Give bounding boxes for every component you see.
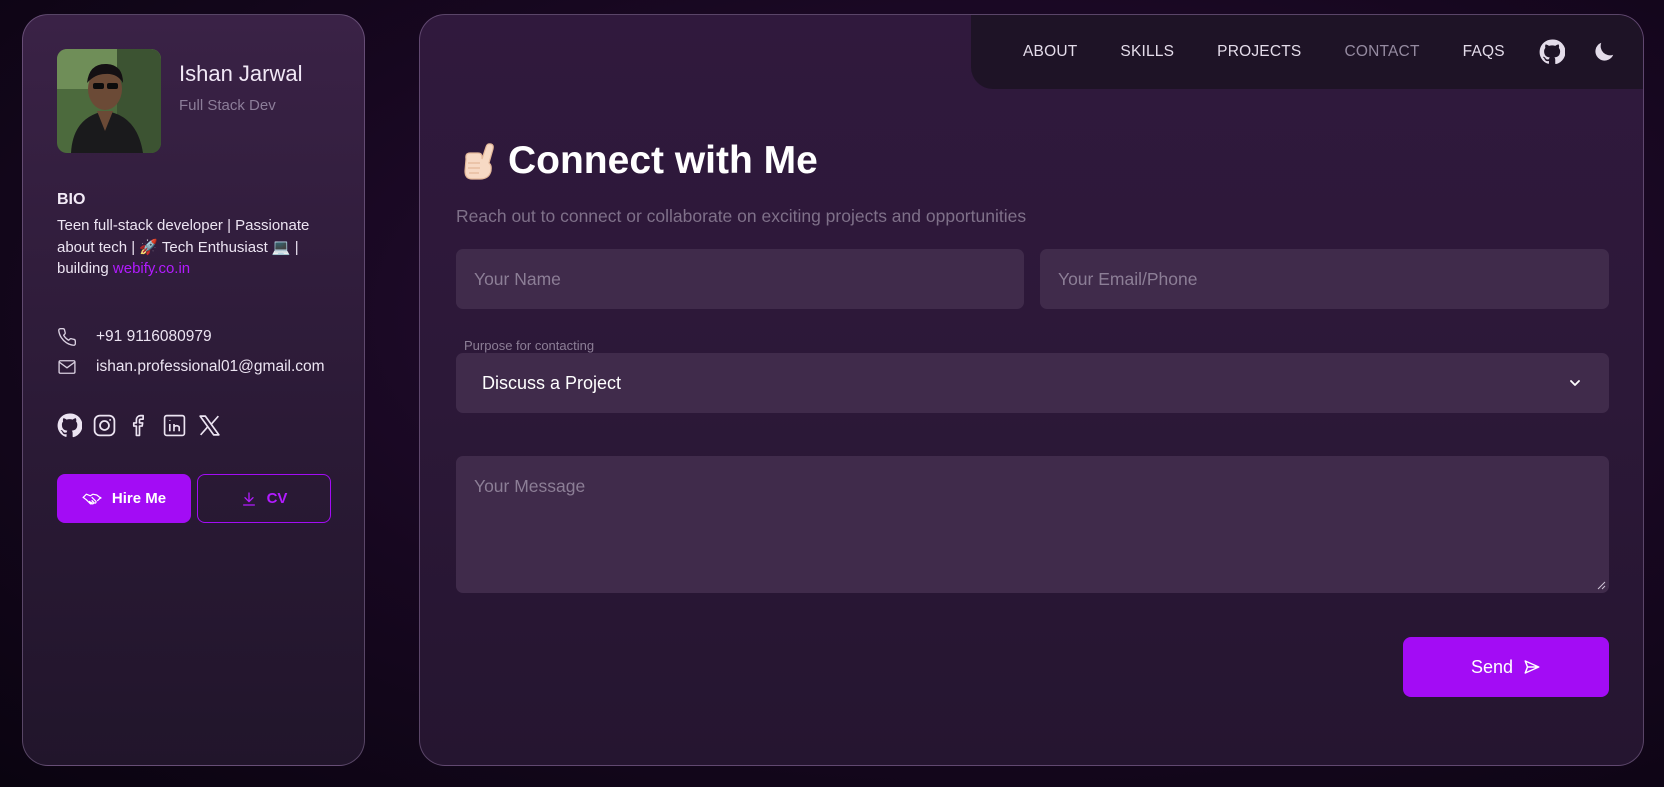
download-icon (242, 491, 255, 506)
message-textarea[interactable]: Your Message (456, 456, 1609, 593)
call-me-hand-emoji (456, 139, 500, 183)
nav-projects[interactable]: PROJECTS (1217, 43, 1301, 61)
social-links (57, 413, 222, 438)
top-navbar: ABOUT SKILLS PROJECTS CONTACT FAQS (971, 15, 1643, 89)
moon-icon[interactable] (1591, 39, 1617, 65)
avatar (57, 49, 161, 153)
purpose-select[interactable]: Discuss a Project (456, 353, 1609, 413)
nav-skills[interactable]: SKILLS (1120, 43, 1174, 61)
github-icon[interactable] (1539, 39, 1565, 65)
profile-name: Ishan Jarwal (179, 61, 303, 86)
page-title: Connect with Me (456, 139, 818, 183)
chevron-down-icon (1567, 375, 1583, 391)
email-row[interactable]: ishan.professional01@gmail.com (57, 355, 325, 379)
profile-card: Ishan Jarwal Full Stack Dev BIO Teen ful… (22, 14, 365, 766)
contact-panel: ABOUT SKILLS PROJECTS CONTACT FAQS Conne… (419, 14, 1644, 766)
name-input[interactable]: Your Name (456, 249, 1024, 309)
hire-me-button[interactable]: Hire Me (57, 474, 191, 523)
profile-photo (57, 49, 161, 153)
page-subtitle: Reach out to connect or collaborate on e… (456, 206, 1027, 226)
bio-text: Teen full-stack developer | Passionate a… (57, 215, 332, 280)
page-title-text: Connect with Me (508, 139, 818, 182)
facebook-icon[interactable] (127, 413, 152, 438)
cv-label: CV (266, 490, 288, 507)
email-address: ishan.professional01@gmail.com (96, 358, 325, 375)
profile-role: Full Stack Dev (179, 97, 276, 114)
download-cv-button[interactable]: CV (197, 474, 331, 523)
phone-number: +91 9116080979 (96, 328, 212, 345)
email-phone-input[interactable]: Your Email/Phone (1040, 249, 1609, 309)
send-icon (1524, 660, 1540, 674)
purpose-label: Purpose for contacting (464, 338, 595, 353)
bio-title: BIO (57, 191, 86, 208)
handshake-icon (82, 493, 102, 504)
phone-row[interactable]: +91 9116080979 (57, 325, 212, 349)
x-icon[interactable] (197, 413, 222, 438)
send-button[interactable]: Send (1403, 637, 1609, 697)
send-label: Send (1470, 656, 1514, 677)
bio-website-link[interactable]: webify.co.in (113, 260, 190, 277)
hire-me-label: Hire Me (111, 490, 167, 507)
resize-handle-icon[interactable] (1596, 580, 1606, 590)
linkedin-icon[interactable] (162, 413, 187, 438)
phone-icon (57, 327, 77, 347)
github-icon[interactable] (57, 413, 82, 438)
instagram-icon[interactable] (92, 413, 117, 438)
nav-about[interactable]: ABOUT (1023, 43, 1077, 61)
mail-icon (57, 357, 77, 377)
purpose-selected-value: Discuss a Project (482, 372, 622, 393)
nav-contact[interactable]: CONTACT (1344, 43, 1419, 61)
nav-faqs[interactable]: FAQS (1463, 43, 1505, 61)
message-placeholder: Your Message (474, 476, 586, 496)
